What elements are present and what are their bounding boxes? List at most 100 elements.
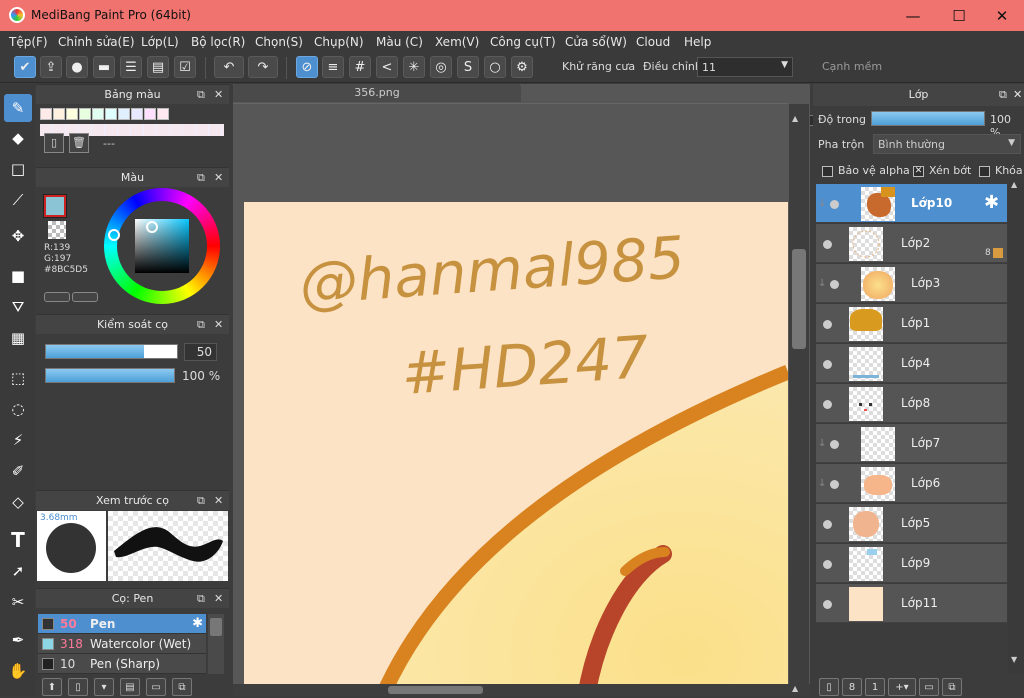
- undo-icon[interactable]: ↶: [214, 56, 244, 78]
- maximize-button[interactable]: ☐: [936, 0, 982, 31]
- color-swatch[interactable]: [105, 108, 117, 120]
- hand-tool-icon[interactable]: ✋: [4, 657, 32, 685]
- new-layer-icon[interactable]: ▯: [819, 678, 839, 696]
- layer-row[interactable]: Lớp8: [816, 384, 1007, 423]
- visibility-eye-icon[interactable]: [830, 280, 839, 289]
- snap-radial-icon[interactable]: ✳: [403, 56, 425, 78]
- close-icon[interactable]: ✕: [214, 315, 223, 335]
- brush-item[interactable]: 318 Watercolor (Wet): [38, 634, 206, 654]
- menu-snap[interactable]: Chụp(N): [314, 35, 364, 49]
- new-1bit-layer-icon[interactable]: 1: [865, 678, 885, 696]
- new-palette-icon[interactable]: ▯: [44, 133, 64, 153]
- menu-file[interactable]: Tệp(F): [9, 35, 48, 49]
- visibility-eye-icon[interactable]: [830, 200, 839, 209]
- color-swatch[interactable]: [79, 108, 91, 120]
- eraser-tool-icon[interactable]: ◆: [4, 124, 32, 152]
- layer-add-menu-icon[interactable]: +▾: [888, 678, 916, 696]
- color-picker-button[interactable]: [72, 292, 98, 302]
- clipping-checkbox[interactable]: ✕: [913, 166, 924, 177]
- brush-list-scrollbar[interactable]: [208, 614, 224, 674]
- gear-icon[interactable]: ✱: [984, 192, 999, 213]
- layer-row[interactable]: Lớp1: [816, 304, 1007, 343]
- visibility-eye-icon[interactable]: [823, 320, 832, 329]
- color-swatch[interactable]: [92, 108, 104, 120]
- bucket-tool-icon[interactable]: ⛛: [4, 293, 32, 321]
- popout-icon[interactable]: ⧉: [197, 491, 205, 511]
- swatch-row-2[interactable]: [40, 124, 224, 136]
- layer-row[interactable]: ↓ Lớp3: [816, 264, 1007, 303]
- layer-list-scrollbar[interactable]: ▲ ▼: [1008, 180, 1024, 674]
- magic-wand-icon[interactable]: ⚡: [4, 426, 32, 454]
- vertical-scrollbar[interactable]: ▲: [789, 104, 809, 684]
- popout-icon[interactable]: ⧉: [197, 168, 205, 188]
- menu-tools[interactable]: Công cụ(T): [490, 35, 556, 49]
- layer-row[interactable]: Lớp5: [816, 504, 1007, 543]
- layer-row[interactable]: ↓ Lớp7: [816, 424, 1007, 463]
- eyedropper-icon[interactable]: ✒: [4, 626, 32, 654]
- divide-tool-icon[interactable]: ✂: [4, 588, 32, 616]
- close-icon[interactable]: ✕: [1013, 84, 1022, 106]
- primary-color-swatch[interactable]: [43, 194, 67, 218]
- brush-opacity-slider[interactable]: [45, 368, 175, 383]
- select-tool-icon[interactable]: ⬚: [4, 364, 32, 392]
- snap-vanish-icon[interactable]: <: [376, 56, 398, 78]
- visibility-eye-icon[interactable]: [823, 400, 832, 409]
- canvas-area[interactable]: 356.png @hanmal985 #HD247 ▲ ▲: [233, 84, 810, 696]
- select-pen-icon[interactable]: ✐: [4, 457, 32, 485]
- menu-edit[interactable]: Chỉnh sửa(E): [58, 35, 135, 49]
- layer-opacity-slider[interactable]: [871, 111, 985, 126]
- secondary-color-swatch[interactable]: [48, 221, 66, 239]
- lock-checkbox[interactable]: [979, 166, 990, 177]
- snap-settings-icon[interactable]: ⚙: [511, 56, 533, 78]
- close-icon[interactable]: ✕: [214, 491, 223, 511]
- add-brush-icon[interactable]: ⬆: [42, 678, 62, 696]
- gradient-tool-icon[interactable]: ▦: [4, 324, 32, 352]
- popout-icon[interactable]: ⧉: [197, 315, 205, 335]
- color-swatch[interactable]: [53, 108, 65, 120]
- protect-alpha-checkbox[interactable]: [822, 166, 833, 177]
- menu-layer[interactable]: Lớp(L): [141, 35, 179, 49]
- visibility-eye-icon[interactable]: [823, 560, 832, 569]
- trash-icon[interactable]: 🗑: [69, 133, 89, 153]
- popout-icon[interactable]: ⧉: [999, 84, 1007, 106]
- color-swatch[interactable]: [40, 108, 52, 120]
- select-eraser-icon[interactable]: ◇: [4, 488, 32, 516]
- color-swatch[interactable]: [118, 108, 130, 120]
- checklist-icon[interactable]: ☑: [174, 56, 196, 78]
- layer-row[interactable]: ↓ Lớp6: [816, 464, 1007, 503]
- visibility-eye-icon[interactable]: [823, 240, 832, 249]
- popout-icon[interactable]: ⧉: [197, 589, 205, 609]
- popout-icon[interactable]: ⧉: [197, 85, 205, 105]
- dot-tool-icon[interactable]: □: [4, 155, 32, 183]
- brush-size-value[interactable]: 50: [184, 343, 217, 361]
- menu-color[interactable]: Màu (C): [376, 35, 423, 49]
- color-swatch[interactable]: [157, 108, 169, 120]
- gear-icon[interactable]: ✱: [192, 616, 203, 631]
- snap-curve-icon[interactable]: S: [457, 56, 479, 78]
- minimize-button[interactable]: —: [890, 0, 936, 31]
- text-tool-icon[interactable]: T: [4, 526, 32, 554]
- snap-parallel-icon[interactable]: ≡: [322, 56, 344, 78]
- visibility-eye-icon[interactable]: [830, 440, 839, 449]
- operation-tool-icon[interactable]: ➚: [4, 557, 32, 585]
- document-tab[interactable]: 356.png: [233, 84, 521, 102]
- artwork-canvas[interactable]: @hanmal985 #HD247: [233, 104, 788, 694]
- menu-cloud[interactable]: Cloud: [636, 35, 670, 49]
- horizontal-scrollbar[interactable]: ▲: [233, 684, 810, 696]
- layer-row[interactable]: Lớp11: [816, 584, 1007, 623]
- snap-off-icon[interactable]: ⊘: [296, 56, 318, 78]
- visibility-eye-icon[interactable]: [823, 600, 832, 609]
- speech-bubble-icon[interactable]: ●: [66, 56, 88, 78]
- brush-menu-icon[interactable]: ▾: [94, 678, 114, 696]
- brush-doc-icon[interactable]: ▤: [120, 678, 140, 696]
- hue-cursor[interactable]: [108, 229, 120, 241]
- new-brush-icon[interactable]: ▯: [68, 678, 88, 696]
- color-swatch[interactable]: [66, 108, 78, 120]
- move-tool-icon[interactable]: ✥: [4, 222, 32, 250]
- duplicate-icon[interactable]: ⧉: [172, 678, 192, 696]
- color-mode-button[interactable]: [44, 292, 70, 302]
- adjust-select[interactable]: 11 ▼: [697, 57, 793, 77]
- brush-item[interactable]: 50 Pen ✱: [38, 614, 206, 634]
- close-icon[interactable]: ✕: [214, 589, 223, 609]
- document-icon[interactable]: ☰: [120, 56, 142, 78]
